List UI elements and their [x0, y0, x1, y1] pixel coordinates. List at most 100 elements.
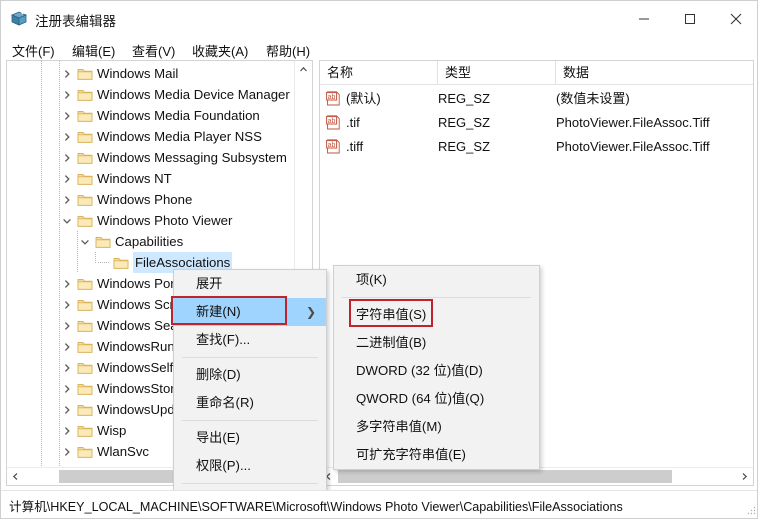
menu-option-label: 查找(F)...	[196, 332, 250, 347]
menu-option-label: 重命名(R)	[196, 395, 254, 410]
tree-guide-line	[41, 61, 42, 466]
tree-connector	[98, 262, 109, 263]
menu-separator	[182, 483, 318, 484]
maximize-button[interactable]	[667, 1, 713, 37]
menu-option-4[interactable]: DWORD (32 位)值(D)	[334, 357, 539, 385]
tree-guide-line	[95, 252, 96, 263]
folder-icon	[77, 63, 93, 84]
menu-option-label: 可扩充字符串值(E)	[356, 447, 466, 462]
tree-item-label: Capabilities	[115, 231, 183, 252]
tree-item-label: WlanSvc	[97, 441, 149, 462]
value-row[interactable]: ab.tiffREG_SZPhotoViewer.FileAssoc.Tiff	[320, 135, 753, 158]
tree-item-8[interactable]: Windows Photo Viewer	[7, 210, 295, 231]
tree-item-2[interactable]: Windows Media Device Manager	[7, 84, 295, 105]
folder-icon	[77, 189, 93, 210]
chevron-right-icon[interactable]	[59, 420, 75, 441]
column-header-2[interactable]: 类型	[438, 61, 556, 84]
tree-item-7[interactable]: Windows Phone	[7, 189, 295, 210]
menu-option-7[interactable]: 权限(P)...	[174, 452, 326, 480]
title-bar: 注册表编辑器	[1, 1, 758, 37]
menu-option-2[interactable]: 字符串值(S)	[334, 301, 539, 329]
chevron-right-icon[interactable]	[59, 336, 75, 357]
chevron-down-icon[interactable]	[59, 210, 75, 231]
menu-option-1[interactable]: 展开	[174, 270, 326, 298]
string-value-icon: ab	[326, 91, 341, 106]
menu-option-4[interactable]: 删除(D)	[174, 361, 326, 389]
chevron-right-icon[interactable]	[59, 399, 75, 420]
folder-icon	[95, 231, 111, 252]
chevron-right-icon[interactable]	[59, 273, 75, 294]
menu-option-label: 删除(D)	[196, 367, 241, 382]
menu-bar: 文件(F) 编辑(E) 查看(V) 收藏夹(A) 帮助(H)	[1, 37, 758, 60]
menu-option-6[interactable]: 导出(E)	[174, 424, 326, 452]
values-scroll-right-icon[interactable]	[736, 468, 753, 485]
minimize-button[interactable]	[621, 1, 667, 37]
chevron-right-icon[interactable]	[59, 315, 75, 336]
menu-option-5[interactable]: 重命名(R)	[174, 389, 326, 417]
chevron-right-icon[interactable]	[59, 441, 75, 462]
tree-item-4[interactable]: Windows Media Player NSS	[7, 126, 295, 147]
status-bar: 计算机\HKEY_LOCAL_MACHINE\SOFTWARE\Microsof…	[1, 490, 758, 518]
tree-item-3[interactable]: Windows Media Foundation	[7, 105, 295, 126]
chevron-right-icon[interactable]	[59, 462, 75, 466]
menu-item-2[interactable]: 编辑(E)	[69, 40, 118, 61]
menu-option-6[interactable]: 多字符串值(M)	[334, 413, 539, 441]
value-name: (默认)	[346, 87, 381, 110]
svg-text:ab: ab	[328, 94, 336, 101]
tree-item-6[interactable]: Windows NT	[7, 168, 295, 189]
chevron-right-icon[interactable]	[59, 189, 75, 210]
folder-icon	[77, 168, 93, 189]
menu-option-3[interactable]: 查找(F)...	[174, 326, 326, 354]
menu-option-5[interactable]: QWORD (64 位)值(Q)	[334, 385, 539, 413]
scroll-left-icon[interactable]	[7, 468, 24, 485]
chevron-right-icon[interactable]	[59, 378, 75, 399]
tree-item-label: WSDAPI	[97, 462, 149, 466]
tree-item-label: Windows Messaging Subsystem	[97, 147, 287, 168]
tree-item-9[interactable]: Capabilities	[7, 231, 295, 252]
folder-icon	[77, 315, 93, 336]
tree-item-1[interactable]: Windows Mail	[7, 63, 295, 84]
tree-item-label: Windows Mail	[97, 63, 178, 84]
folder-icon	[77, 105, 93, 126]
chevron-right-icon[interactable]	[59, 126, 75, 147]
values-column-header[interactable]: 名称类型数据	[320, 61, 753, 85]
close-button[interactable]	[713, 1, 758, 37]
folder-icon	[113, 252, 129, 273]
scroll-up-icon[interactable]	[295, 61, 312, 78]
menu-option-2[interactable]: 新建(N)❯	[174, 298, 326, 326]
chevron-right-icon[interactable]	[59, 63, 75, 84]
column-header-3[interactable]: 数据	[556, 61, 754, 84]
new-submenu[interactable]: 项(K) 字符串值(S)二进制值(B)DWORD (32 位)值(D)QWORD …	[333, 265, 540, 470]
menu-item-4[interactable]: 收藏夹(A)	[189, 40, 251, 61]
value-data: (数值未设置)	[556, 87, 630, 110]
folder-icon	[77, 399, 93, 420]
chevron-down-icon[interactable]	[77, 231, 93, 252]
value-row[interactable]: ab (默认) REG_SZ (数值未设置)	[320, 87, 753, 110]
tree-item-5[interactable]: Windows Messaging Subsystem	[7, 147, 295, 168]
chevron-right-icon[interactable]	[59, 294, 75, 315]
tree-item-label: Windows Media Foundation	[97, 105, 260, 126]
value-type: REG_SZ	[438, 87, 490, 110]
resize-grip-icon[interactable]	[746, 505, 756, 515]
menu-option-3[interactable]: 二进制值(B)	[334, 329, 539, 357]
menu-option-7[interactable]: 可扩充字符串值(E)	[334, 441, 539, 469]
value-row[interactable]: ab.tifREG_SZPhotoViewer.FileAssoc.Tiff	[320, 111, 753, 134]
menu-item-5[interactable]: 帮助(H)	[263, 40, 313, 61]
folder-icon	[77, 273, 93, 294]
value-type: REG_SZ	[438, 135, 490, 158]
menu-item-1[interactable]: 文件(F)	[9, 40, 58, 61]
menu-item-3[interactable]: 查看(V)	[129, 40, 178, 61]
chevron-right-icon[interactable]	[59, 147, 75, 168]
chevron-right-icon[interactable]	[59, 84, 75, 105]
registry-editor-window: 注册表编辑器 文件(F) 编辑(E) 查看(V) 收藏夹(A) 帮助(H) Window…	[0, 0, 758, 519]
tree-item-label: Windows Phone	[97, 189, 192, 210]
values-hscroll-thumb[interactable]	[338, 470, 672, 483]
chevron-right-icon[interactable]	[59, 168, 75, 189]
menu-option-1[interactable]: 项(K)	[334, 266, 539, 294]
chevron-right-icon[interactable]	[59, 357, 75, 378]
column-header-1[interactable]: 名称	[320, 61, 438, 84]
folder-icon	[77, 84, 93, 105]
context-menu[interactable]: 展开新建(N)❯ 查找(F)... 删除(D) 重命名(R) 导出(E)权限(P)...…	[173, 269, 327, 516]
chevron-right-icon[interactable]	[59, 105, 75, 126]
menu-separator	[342, 297, 531, 298]
